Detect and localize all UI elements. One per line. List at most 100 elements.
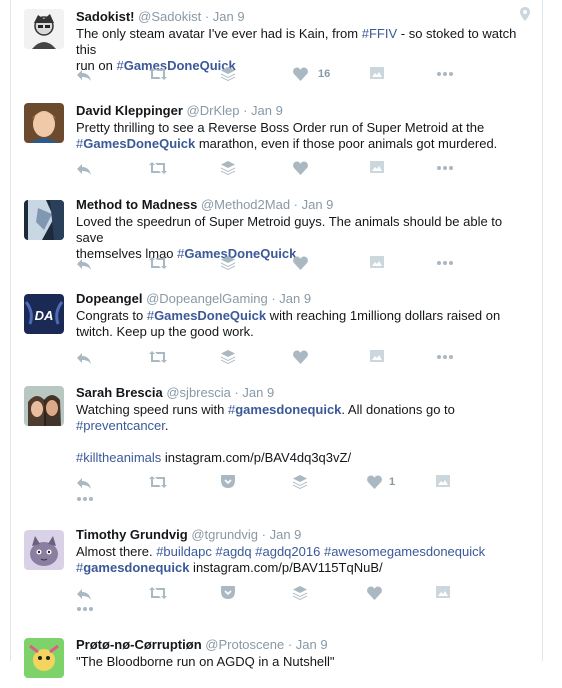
more-dots-icon[interactable]	[436, 67, 454, 83]
hashtag-link[interactable]: #	[147, 308, 154, 323]
tweet-timeline: Sadokist! @Sadokist · Jan 9 The only ste…	[10, 0, 543, 688]
display-name[interactable]: Sarah Brescia	[76, 385, 163, 400]
user-handle[interactable]: @Sadokist	[138, 9, 201, 24]
user-handle[interactable]: @DrKlep	[187, 103, 240, 118]
hashtag-link[interactable]: gamesdonequick	[83, 560, 189, 575]
heart-icon[interactable]	[293, 256, 308, 272]
more-dots-icon[interactable]	[76, 602, 94, 618]
hashtag-link[interactable]: GamesDoneQuick	[154, 308, 266, 323]
reply-icon[interactable]	[76, 256, 92, 272]
tweet-sadokist[interactable]: Sadokist! @Sadokist · Jan 9 The only ste…	[11, 0, 542, 95]
tweet-text: Watching speed runs with #gamesdonequick…	[76, 402, 530, 466]
image-icon[interactable]	[436, 475, 450, 491]
avatar[interactable]	[24, 9, 64, 49]
tweet-text-segment: Congrats to	[76, 308, 147, 323]
more-dots-icon[interactable]	[76, 492, 94, 508]
tweet-protoscene[interactable]: Prøtø-nø-Cørruptiøn @Protoscene · Jan 9 …	[11, 628, 542, 688]
hashtag-link[interactable]: #agdq2016	[255, 544, 320, 559]
display-name[interactable]: David Kleppinger	[76, 103, 183, 118]
heart-icon[interactable]	[367, 586, 382, 602]
user-handle[interactable]: @sjbrescia	[166, 385, 231, 400]
tweet-date[interactable]: Jan 9	[279, 291, 311, 306]
hashtag-link[interactable]: #FFIV	[362, 26, 397, 41]
more-dots-icon[interactable]	[436, 161, 454, 177]
hashtag-link[interactable]: #awesomegamesdonequick	[324, 544, 485, 559]
retweet-icon[interactable]	[149, 161, 167, 177]
hashtag-link[interactable]: #	[116, 58, 123, 73]
date-separator: ·	[267, 291, 280, 306]
buffer-stack-icon[interactable]	[221, 350, 235, 366]
reply-icon[interactable]	[76, 475, 92, 491]
buffer-stack-icon[interactable]	[221, 161, 235, 177]
pocket-save-icon[interactable]	[221, 475, 235, 491]
hashtag-link[interactable]: #agdq	[215, 544, 251, 559]
avatar[interactable]	[24, 386, 64, 426]
display-name[interactable]: Method to Madness	[76, 197, 197, 212]
tweet-date[interactable]: Jan 9	[242, 385, 274, 400]
location-pin-icon[interactable]	[520, 7, 530, 26]
tweet-date[interactable]: Jan 9	[296, 637, 328, 652]
pocket-save-icon[interactable]	[221, 586, 235, 602]
reply-icon[interactable]	[76, 67, 92, 83]
tweet-dopeangel[interactable]: DA Dopeangel @DopeangelGaming · Jan 9 Co…	[11, 282, 542, 377]
date-separator: ·	[290, 197, 302, 212]
display-name[interactable]: Dopeangel	[76, 291, 142, 306]
image-icon[interactable]	[370, 350, 384, 366]
tweet-timothy-grundvig[interactable]: Timothy Grundvig @tgrundvig · Jan 9 Almo…	[11, 516, 542, 629]
reply-icon[interactable]	[76, 161, 92, 177]
user-handle[interactable]: @tgrundvig	[191, 527, 258, 542]
hashtag-link[interactable]: GamesDoneQuick	[83, 136, 195, 151]
tweet-text: Congrats to #GamesDoneQuick with reachin…	[76, 308, 530, 340]
user-handle[interactable]: @Method2Mad	[201, 197, 290, 212]
buffer-stack-icon[interactable]	[293, 475, 307, 491]
retweet-icon[interactable]	[149, 350, 167, 366]
avatar[interactable]	[24, 638, 64, 678]
display-name[interactable]: Prøtø-nø-Cørruptiøn	[76, 637, 202, 652]
image-icon[interactable]	[370, 161, 384, 177]
tweet-david-kleppinger[interactable]: David Kleppinger @DrKlep · Jan 9 Pretty …	[11, 94, 542, 189]
retweet-icon[interactable]	[149, 256, 167, 272]
user-handle[interactable]: @Protoscene	[205, 637, 284, 652]
heart-icon[interactable]	[367, 475, 382, 491]
buffer-stack-icon[interactable]	[221, 256, 235, 272]
hashtag-link[interactable]: #killtheanimals	[76, 450, 161, 465]
hashtag-link[interactable]: #preventcancer	[76, 418, 165, 433]
tweet-text: Pretty thrilling to see a Reverse Boss O…	[76, 120, 530, 152]
tweet-date[interactable]: Jan 9	[302, 197, 334, 212]
tweet-method-to-madness[interactable]: Method to Madness @Method2Mad · Jan 9 Lo…	[11, 188, 542, 283]
display-name[interactable]: Sadokist!	[76, 9, 135, 24]
tweet-sarah-brescia[interactable]: Sarah Brescia @sjbrescia · Jan 9 Watchin…	[11, 376, 542, 517]
hashtag-link[interactable]: gamesdonequick	[235, 402, 341, 417]
reply-icon[interactable]	[76, 350, 92, 366]
display-name[interactable]: Timothy Grundvig	[76, 527, 188, 542]
heart-icon[interactable]	[293, 67, 308, 83]
avatar[interactable]	[24, 103, 64, 143]
tweet-text-line: Almost there. #buildapc #agdq #agdq2016 …	[76, 544, 530, 560]
image-icon[interactable]	[436, 586, 450, 602]
buffer-stack-icon[interactable]	[221, 67, 235, 83]
tweet-date[interactable]: Jan 9	[251, 103, 283, 118]
hashtag-link[interactable]: #buildapc	[156, 544, 212, 559]
tweet-date[interactable]: Jan 9	[213, 9, 245, 24]
tweet-text-line: #preventcancer.	[76, 418, 530, 434]
user-handle[interactable]: @DopeangelGaming	[146, 291, 268, 306]
retweet-icon[interactable]	[149, 67, 167, 83]
heart-icon[interactable]	[293, 350, 308, 366]
tweet-text-segment: instagram.com/p/BAV115TqNuB/	[189, 560, 383, 575]
more-dots-icon[interactable]	[436, 350, 454, 366]
avatar[interactable]	[24, 200, 64, 240]
avatar[interactable]	[24, 530, 64, 570]
avatar[interactable]: DA	[24, 294, 64, 334]
tweet-date[interactable]: Jan 9	[270, 527, 302, 542]
heart-icon[interactable]	[293, 161, 308, 177]
retweet-icon[interactable]	[149, 475, 167, 491]
hashtag-link[interactable]: GamesDoneQuick	[184, 246, 296, 261]
retweet-icon[interactable]	[149, 586, 167, 602]
image-icon[interactable]	[370, 67, 384, 83]
reply-icon[interactable]	[76, 586, 92, 602]
hashtag-link[interactable]: GamesDoneQuick	[124, 58, 236, 73]
image-icon[interactable]	[370, 256, 384, 272]
buffer-stack-icon[interactable]	[293, 586, 307, 602]
tweet-text-segment: Watching speed runs with	[76, 402, 228, 417]
more-dots-icon[interactable]	[436, 256, 454, 272]
